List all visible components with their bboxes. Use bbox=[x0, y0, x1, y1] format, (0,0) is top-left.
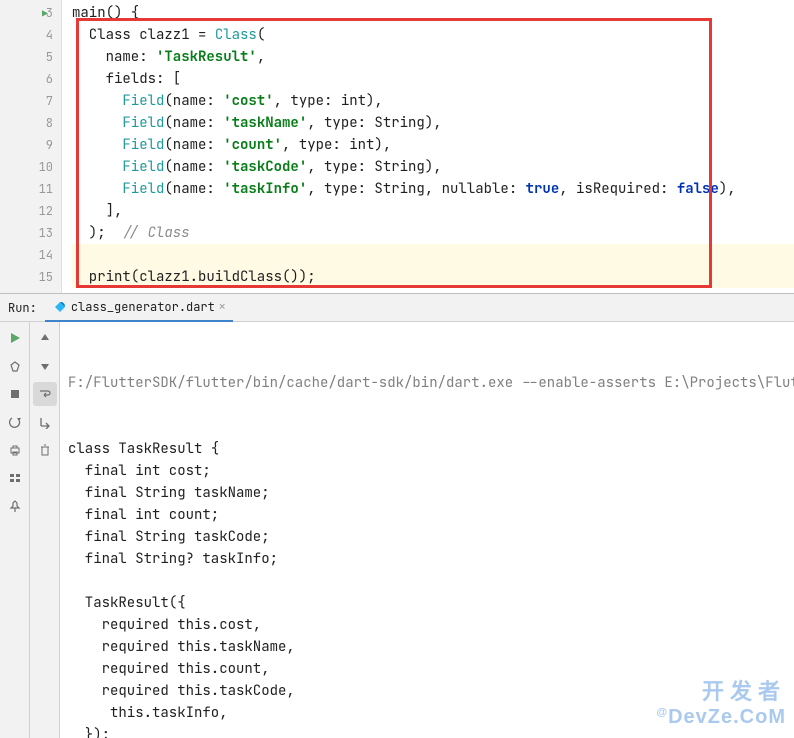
stop-button[interactable] bbox=[3, 382, 27, 406]
gutter-line: 8 bbox=[0, 112, 61, 134]
code-area[interactable]: main() { Class clazz1 = Class( name: 'Ta… bbox=[62, 0, 794, 293]
scroll-to-end-button[interactable] bbox=[33, 410, 57, 434]
code-editor[interactable]: 3▶ 4 5 6 7 8 9 10 11 12 13 14 15 main() … bbox=[0, 0, 794, 293]
gutter-line: 12 bbox=[0, 200, 61, 222]
run-toolbar-right bbox=[30, 322, 60, 738]
gutter-line: 10 bbox=[0, 156, 61, 178]
line-number: 9 bbox=[46, 137, 53, 153]
down-arrow-button[interactable] bbox=[33, 354, 57, 378]
line-number: 4 bbox=[46, 27, 53, 43]
gutter-line: 11 bbox=[0, 178, 61, 200]
restart-button[interactable] bbox=[3, 410, 27, 434]
console-command: F:/FlutterSDK/flutter/bin/cache/dart-sdk… bbox=[68, 372, 786, 394]
code-line: ], bbox=[72, 200, 794, 222]
run-toolbar-left bbox=[0, 322, 30, 738]
gutter-line: 6 bbox=[0, 68, 61, 90]
close-icon[interactable]: ✕ bbox=[219, 300, 226, 314]
run-tab[interactable]: class_generator.dart ✕ bbox=[45, 294, 234, 322]
code-line: Field(name: 'taskInfo', type: String, nu… bbox=[72, 178, 794, 200]
code-line: name: 'TaskResult', bbox=[72, 46, 794, 68]
line-number: 11 bbox=[39, 181, 53, 197]
code-line bbox=[72, 244, 794, 266]
line-number: 10 bbox=[39, 159, 53, 175]
print-button[interactable] bbox=[3, 438, 27, 462]
gutter-line: 9 bbox=[0, 134, 61, 156]
run-label: Run: bbox=[8, 300, 37, 316]
code-line: Class clazz1 = Class( bbox=[72, 24, 794, 46]
dart-file-icon bbox=[53, 300, 67, 314]
line-number: 12 bbox=[39, 203, 53, 219]
line-number: 8 bbox=[46, 115, 53, 131]
line-number: 6 bbox=[46, 71, 53, 87]
gutter-line: 3▶ bbox=[0, 2, 61, 24]
gutter-line: 4 bbox=[0, 24, 61, 46]
run-panel: Run: class_generator.dart ✕ F:/Flu bbox=[0, 293, 794, 738]
code-line: Field(name: 'taskName', type: String), bbox=[72, 112, 794, 134]
gutter-line: 7 bbox=[0, 90, 61, 112]
line-number: 13 bbox=[39, 225, 53, 241]
console-output[interactable]: F:/FlutterSDK/flutter/bin/cache/dart-sdk… bbox=[60, 322, 794, 738]
line-number: 7 bbox=[46, 93, 53, 109]
run-tab-label: class_generator.dart bbox=[71, 299, 215, 315]
clear-button[interactable] bbox=[33, 438, 57, 462]
gutter-line: 5 bbox=[0, 46, 61, 68]
editor-gutter: 3▶ 4 5 6 7 8 9 10 11 12 13 14 15 bbox=[0, 0, 62, 293]
console-text: class TaskResult { final int cost; final… bbox=[68, 438, 786, 738]
run-button[interactable] bbox=[3, 326, 27, 350]
run-panel-header: Run: class_generator.dart ✕ bbox=[0, 294, 794, 322]
up-arrow-button[interactable] bbox=[33, 326, 57, 350]
code-line: Field(name: 'count', type: int), bbox=[72, 134, 794, 156]
run-body: F:/FlutterSDK/flutter/bin/cache/dart-sdk… bbox=[0, 322, 794, 738]
gutter-line: 15 bbox=[0, 266, 61, 288]
gutter-line: 13 bbox=[0, 222, 61, 244]
code-line: main() { bbox=[72, 2, 794, 24]
layout-button[interactable] bbox=[3, 466, 27, 490]
soft-wrap-button[interactable] bbox=[33, 382, 57, 406]
code-line: print(clazz1.buildClass()); bbox=[72, 266, 794, 288]
run-gutter-icon[interactable]: ▶ bbox=[42, 7, 48, 20]
code-line: fields: [ bbox=[72, 68, 794, 90]
line-number: 14 bbox=[39, 247, 53, 263]
code-line: ); // Class bbox=[72, 222, 794, 244]
debug-button[interactable] bbox=[3, 354, 27, 378]
code-line: Field(name: 'taskCode', type: String), bbox=[72, 156, 794, 178]
pin-button[interactable] bbox=[3, 494, 27, 518]
line-number: 5 bbox=[46, 49, 53, 65]
line-number: 15 bbox=[39, 269, 53, 285]
gutter-line: 14 bbox=[0, 244, 61, 266]
code-line: Field(name: 'cost', type: int), bbox=[72, 90, 794, 112]
